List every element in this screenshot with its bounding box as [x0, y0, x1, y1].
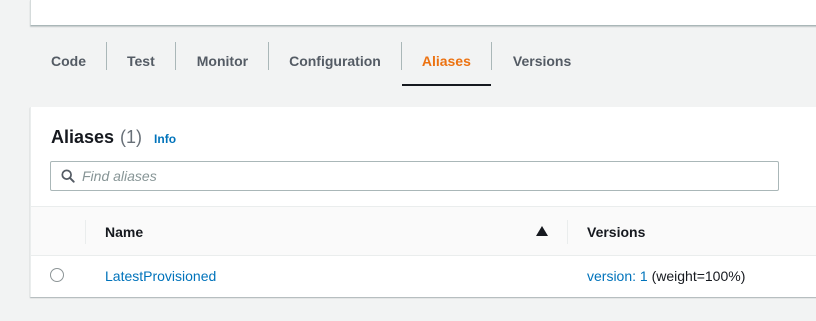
panel-title: Aliases — [51, 127, 115, 147]
version-weight: (weight=100%) — [651, 268, 746, 284]
alias-version-cell: version: 1 (weight=100%) — [587, 268, 745, 284]
search-icon — [61, 169, 75, 183]
alias-name-link[interactable]: LatestProvisioned — [105, 268, 216, 284]
tab-configuration[interactable]: Configuration — [269, 36, 401, 86]
tab-versions[interactable]: Versions — [492, 36, 591, 86]
search-box[interactable] — [50, 161, 779, 191]
column-divider — [567, 220, 568, 244]
search-input[interactable] — [82, 168, 778, 184]
row-select-radio[interactable] — [50, 268, 64, 282]
top-panel — [30, 0, 816, 26]
tab-test[interactable]: Test — [107, 36, 175, 86]
version-link[interactable]: version: 1 — [587, 268, 648, 284]
tab-monitor[interactable]: Monitor — [176, 36, 268, 86]
table-header: Name Versions — [31, 206, 816, 256]
alias-count: (1) — [120, 127, 143, 147]
caret-up-icon[interactable] — [536, 226, 548, 236]
tab-bar: Code Test Monitor Configuration Aliases … — [30, 36, 816, 86]
panel-header: Aliases (1) Info — [51, 127, 176, 148]
info-link[interactable]: Info — [154, 132, 176, 146]
tab-code[interactable]: Code — [30, 36, 106, 86]
aliases-panel: Aliases (1) Info Name Versions LatestPro… — [30, 107, 816, 297]
column-divider — [85, 220, 86, 244]
table-row: LatestProvisioned version: 1 (weight=100… — [31, 256, 816, 296]
tab-aliases[interactable]: Aliases — [401, 36, 491, 86]
column-header-name[interactable]: Name — [105, 224, 143, 240]
column-header-versions[interactable]: Versions — [587, 224, 645, 240]
